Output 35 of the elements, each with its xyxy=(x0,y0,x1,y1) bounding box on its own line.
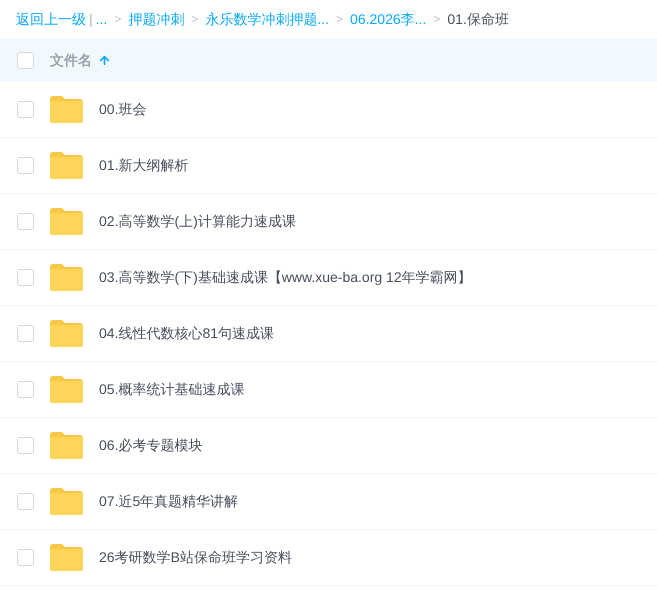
file-name[interactable]: 03.高等数学(下)基础速成课【www.xue-ba.org 12年学霸网】 xyxy=(99,267,472,288)
file-name[interactable]: 07.近5年真题精华讲解 xyxy=(99,491,238,512)
checkbox[interactable] xyxy=(17,437,34,454)
folder-icon xyxy=(50,264,83,291)
file-name[interactable]: 01.新大纲解析 xyxy=(99,155,188,176)
file-name[interactable]: 04.线性代数核心81句速成课 xyxy=(99,323,274,344)
checkbox[interactable] xyxy=(17,213,34,230)
folder-icon xyxy=(50,208,83,235)
divider: | xyxy=(89,10,93,29)
checkbox[interactable] xyxy=(17,381,34,398)
separator: > xyxy=(433,11,440,28)
separator: > xyxy=(114,11,122,28)
folder-icon xyxy=(50,488,83,515)
checkbox[interactable] xyxy=(17,493,34,510)
sort-icon[interactable] xyxy=(98,54,111,66)
checkbox[interactable] xyxy=(17,101,34,118)
folder-icon xyxy=(50,320,83,347)
folder-icon xyxy=(50,376,83,403)
separator: > xyxy=(191,11,198,28)
checkbox[interactable] xyxy=(17,549,34,566)
folder-icon xyxy=(50,152,83,179)
folder-icon xyxy=(50,96,83,123)
checkbox[interactable] xyxy=(17,52,34,68)
file-name[interactable]: 06.必考专题模块 xyxy=(99,435,202,456)
file-name[interactable]: 00.班会 xyxy=(99,99,146,120)
folder-icon xyxy=(50,544,83,571)
file-name[interactable]: 05.概率统计基础速成课 xyxy=(99,379,244,400)
folder-icon xyxy=(50,432,83,459)
file-name[interactable]: 02.高等数学(上)计算能力速成课 xyxy=(99,211,296,232)
checkbox[interactable] xyxy=(17,325,34,342)
checkbox[interactable] xyxy=(17,269,34,286)
current-folder: 01.保命班 xyxy=(447,10,509,28)
checkbox[interactable] xyxy=(17,157,34,174)
separator: > xyxy=(336,11,344,28)
file-name[interactable]: 26考研数学B站保命班学习资料 xyxy=(99,547,292,568)
